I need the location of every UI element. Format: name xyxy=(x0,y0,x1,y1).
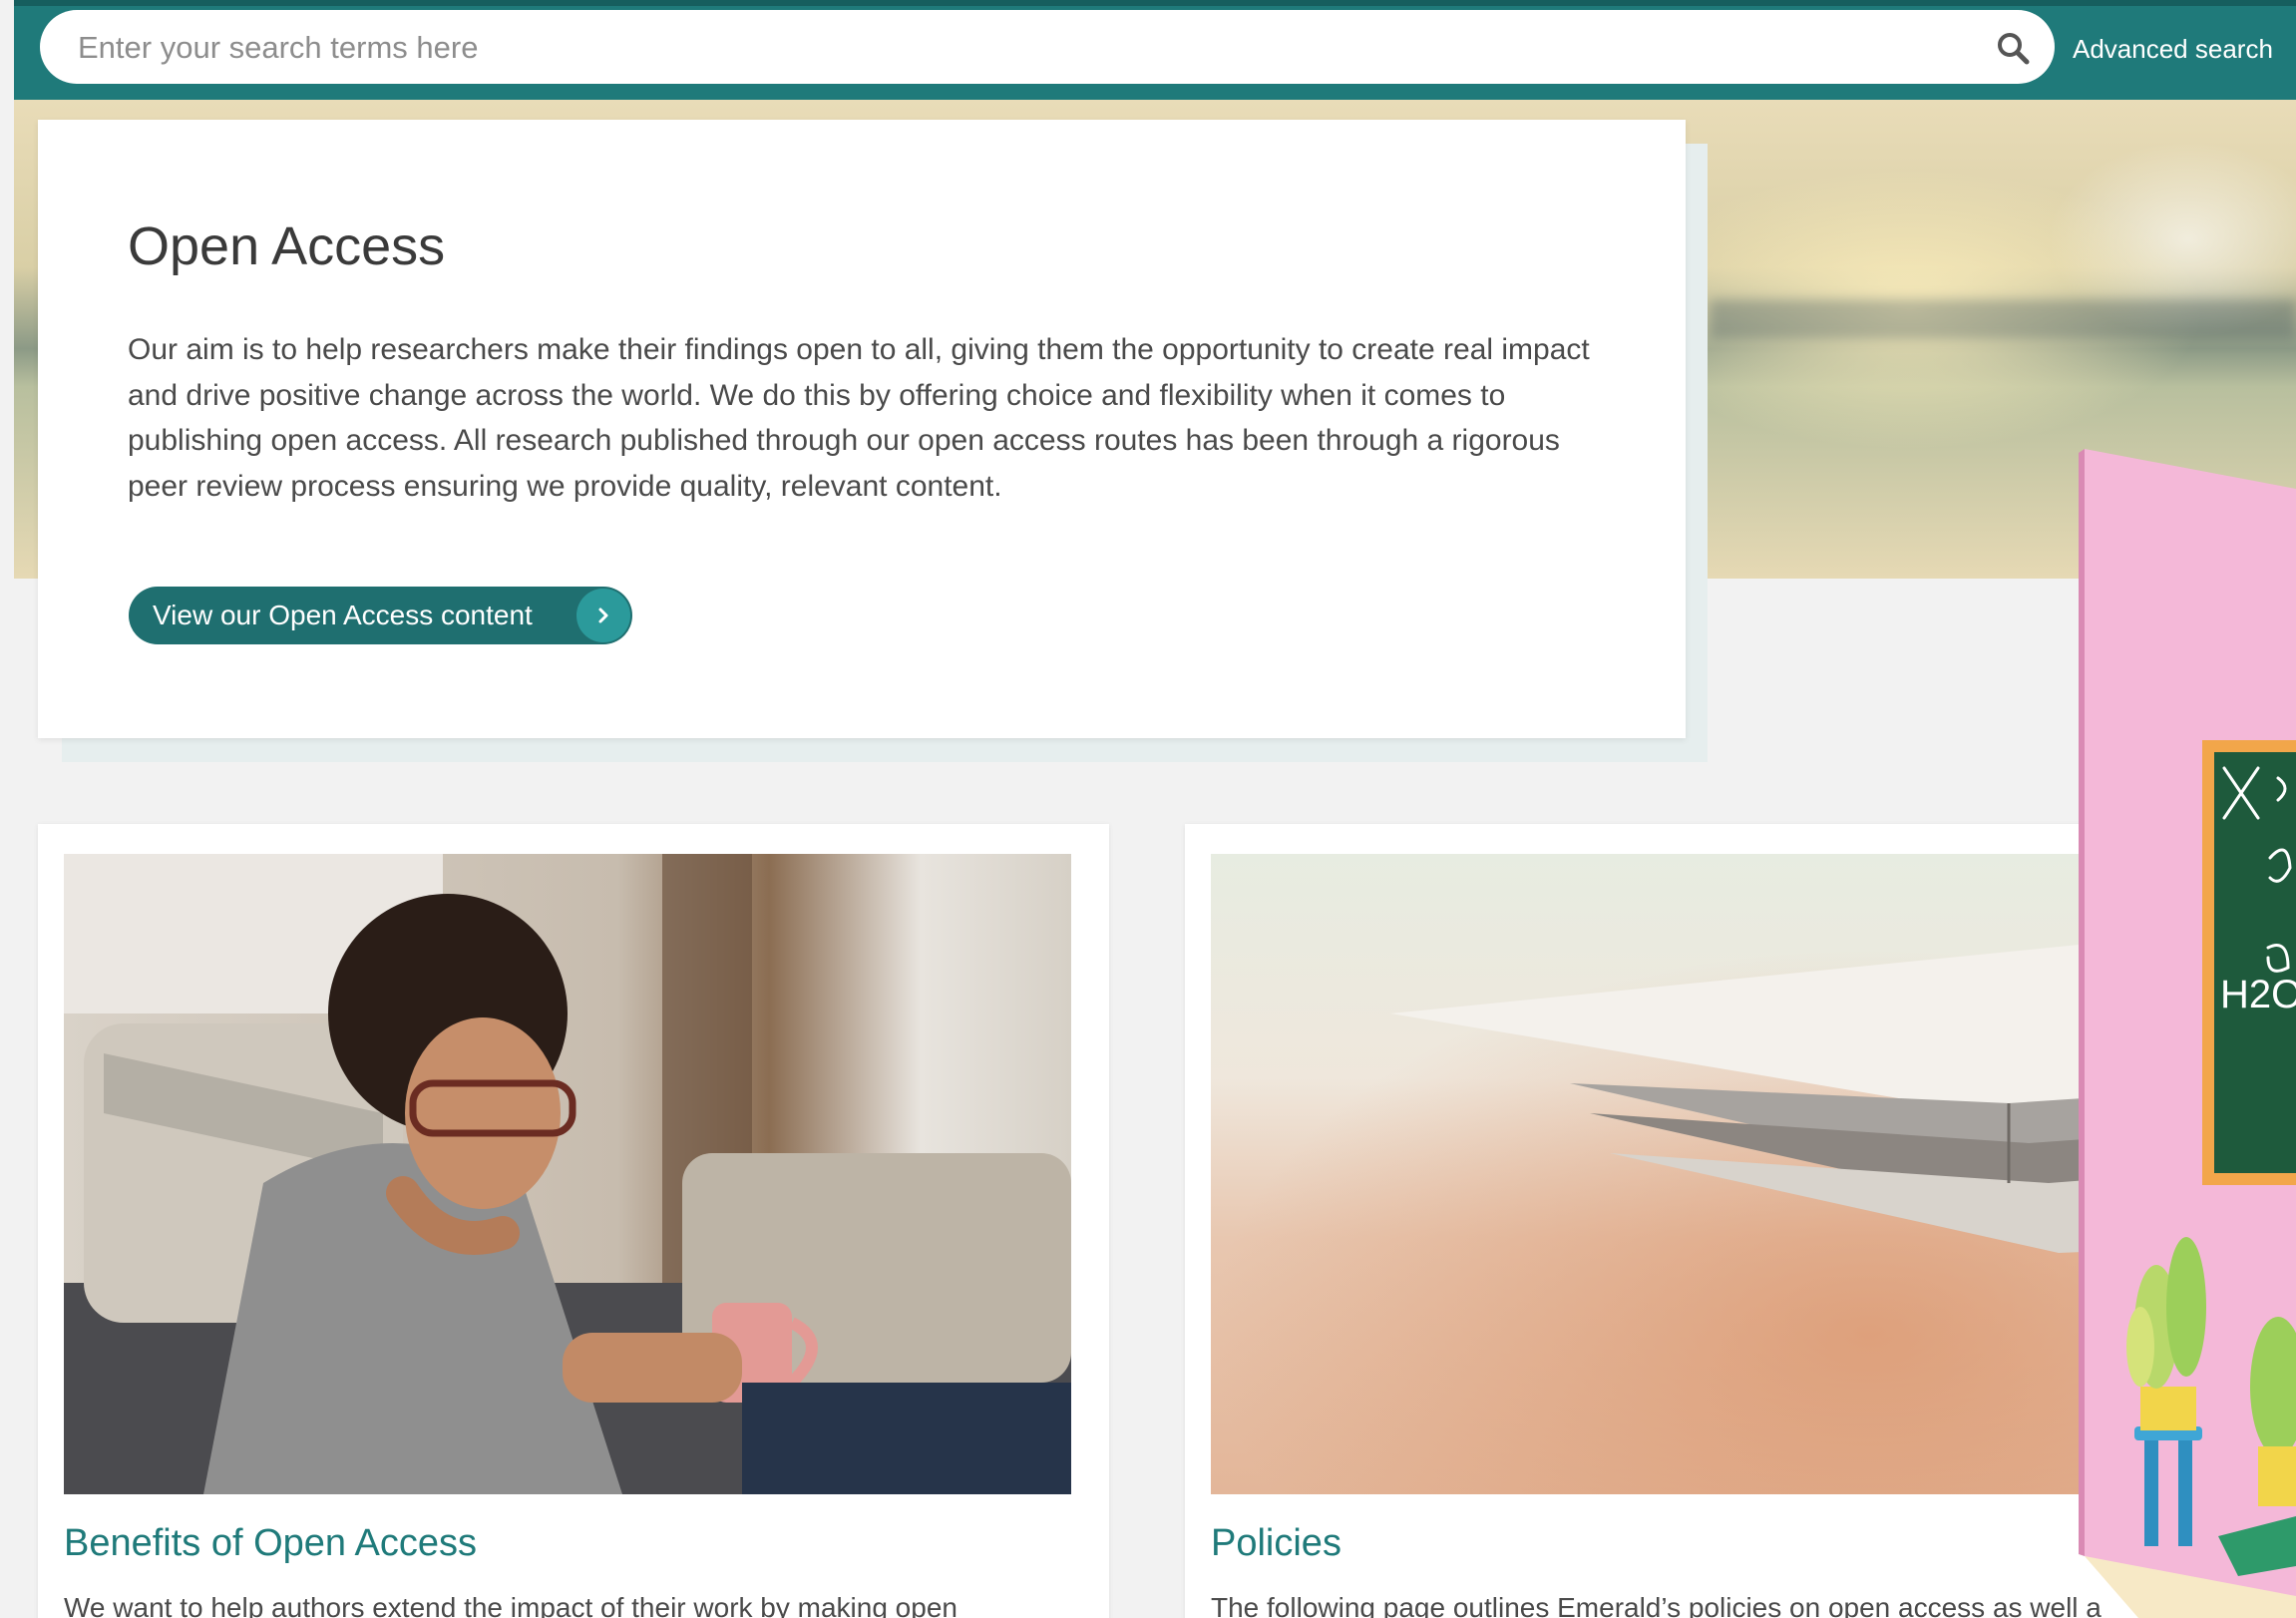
benefits-card-image[interactable] xyxy=(64,854,1071,1494)
benefits-card[interactable]: Benefits of Open Access We want to help … xyxy=(38,824,1109,1618)
chalkboard-formula: H2O xyxy=(2220,973,2296,1016)
search-header-bar: Advanced search xyxy=(14,0,2296,100)
chevron-right-icon xyxy=(576,589,630,642)
advanced-search-link[interactable]: Advanced search xyxy=(2073,34,2273,65)
hero-card: Open Access Our aim is to help researche… xyxy=(38,120,1686,738)
search-input[interactable] xyxy=(76,20,1975,76)
benefits-card-text: We want to help authors extend the impac… xyxy=(64,1592,957,1618)
view-open-access-content-label: View our Open Access content xyxy=(153,600,533,630)
search-box[interactable] xyxy=(40,10,2055,84)
page-viewport: Advanced search Open Access Our aim is t… xyxy=(0,0,2296,1618)
search-icon[interactable] xyxy=(1995,30,2031,66)
classroom-illustration[interactable]: H2O xyxy=(2079,449,2296,1618)
view-open-access-content-button[interactable]: View our Open Access content xyxy=(129,587,632,644)
hero-description: Our aim is to help researchers make thei… xyxy=(128,333,1590,503)
page-title: Open Access xyxy=(128,216,446,276)
benefits-card-title[interactable]: Benefits of Open Access xyxy=(64,1522,477,1565)
policies-card-title[interactable]: Policies xyxy=(1211,1522,1341,1565)
policies-card-text: The following page outlines Emerald’s po… xyxy=(1211,1592,2102,1618)
student-reading-photo xyxy=(64,854,1071,1494)
